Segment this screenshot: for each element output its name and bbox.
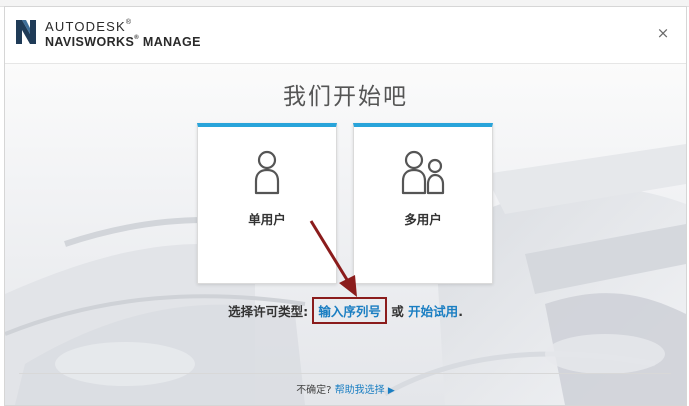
single-user-icon [254, 150, 280, 195]
license-or: 或 [391, 304, 404, 319]
license-suffix: . [458, 304, 463, 319]
multi-user-icon [401, 150, 445, 195]
single-user-card[interactable]: 单用户 [197, 123, 337, 284]
license-prefix: 选择许可类型: [228, 304, 309, 319]
installer-window: AUTODESK® NAVISWORKS® MANAGE × 我们开始吧 单用户… [4, 6, 687, 406]
start-trial-link[interactable]: 开始试用 [408, 304, 458, 319]
close-icon[interactable]: × [655, 25, 671, 41]
footer-divider [19, 373, 671, 374]
help-me-choose-link[interactable]: 帮助我选择 [335, 385, 385, 396]
multi-user-label: 多用户 [404, 212, 442, 227]
autodesk-logo-icon [16, 20, 36, 44]
page-title: 我们开始吧 [283, 84, 408, 110]
background-artwork [5, 64, 686, 405]
footer-question: 不确定? [296, 385, 332, 396]
brand-product: NAVISWORKS® MANAGE [45, 35, 201, 49]
header: AUTODESK® NAVISWORKS® MANAGE × [5, 7, 686, 64]
single-user-label: 单用户 [248, 212, 286, 227]
enter-serial-link[interactable]: 输入序列号 [312, 297, 387, 324]
play-arrow-icon[interactable]: ▶ [388, 386, 395, 396]
brand-autodesk: AUTODESK® [45, 19, 133, 34]
license-type-line: 选择许可类型: 输入序列号 或 开始试用. [5, 297, 686, 324]
multi-user-card[interactable]: 多用户 [353, 123, 493, 284]
footer: 不确定? 帮助我选择 ▶ [5, 381, 686, 396]
